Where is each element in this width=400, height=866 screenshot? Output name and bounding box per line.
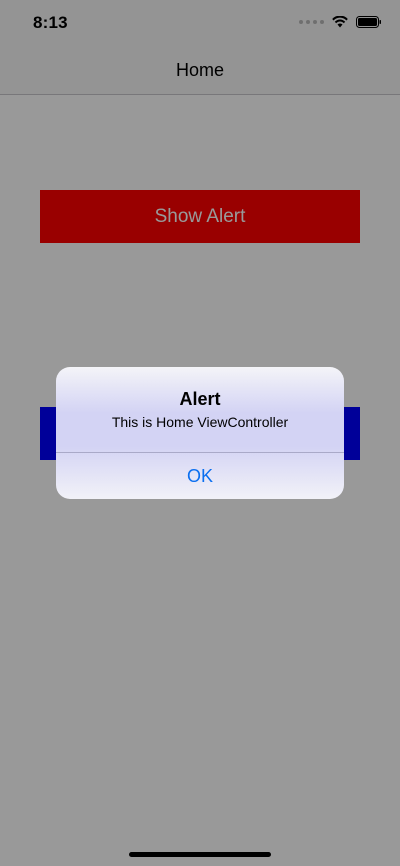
alert-ok-button[interactable]: OK [56, 453, 344, 499]
app-screen: 8:13 Home Show Alert Alert This is Home … [0, 0, 400, 866]
home-indicator[interactable] [129, 852, 271, 857]
alert-ok-label: OK [186, 465, 213, 486]
alert-title: Alert [179, 389, 221, 409]
alert-dialog: Alert This is Home ViewController OK [56, 367, 344, 499]
alert-message: This is Home ViewController [111, 414, 289, 430]
